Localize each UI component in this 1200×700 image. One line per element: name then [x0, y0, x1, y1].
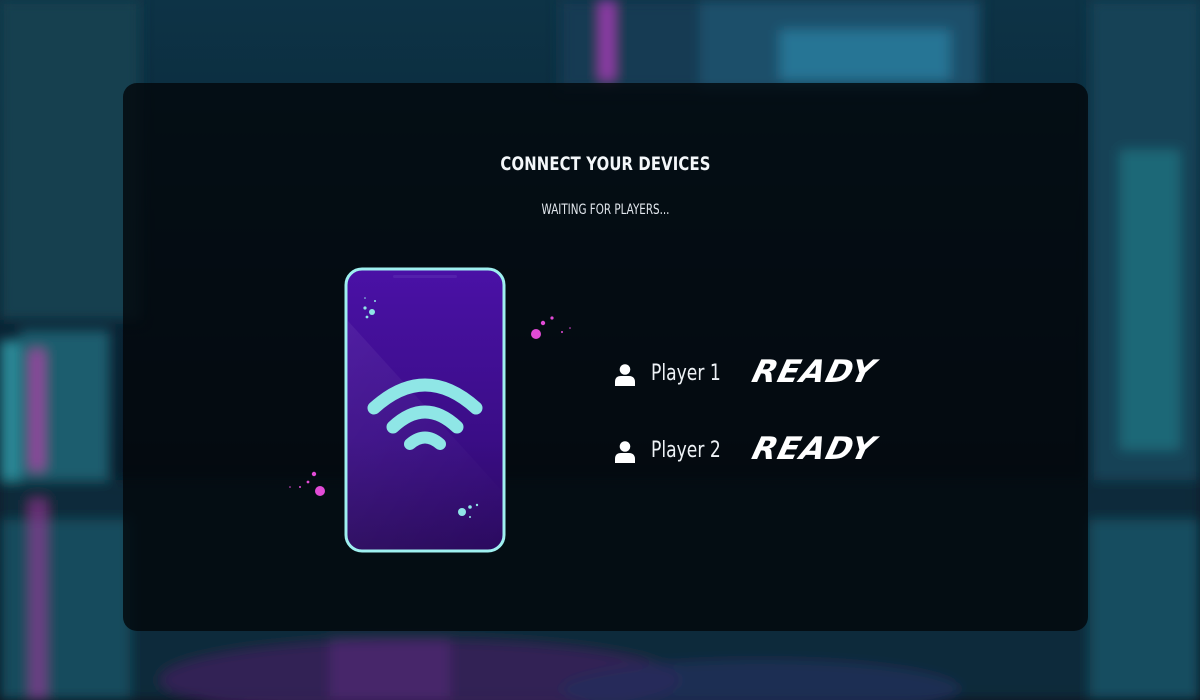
player-name: Player 2: [651, 438, 721, 463]
page-title: CONNECT YOUR DEVICES: [500, 153, 711, 175]
user-icon: [615, 441, 635, 463]
connect-panel: CONNECT YOUR DEVICES WAITING FOR PLAYERS…: [123, 83, 1088, 631]
game-screen: CONNECT YOUR DEVICES WAITING FOR PLAYERS…: [0, 0, 1200, 700]
ready-status: READY: [748, 354, 880, 390]
ready-status: READY: [748, 431, 880, 467]
phone-illustration: [289, 267, 571, 553]
player-name: Player 1: [651, 361, 721, 386]
player-row: Player 2 READY: [613, 430, 913, 470]
player-row: Player 1 READY: [613, 353, 913, 393]
status-text: WAITING FOR PLAYERS...: [541, 202, 670, 218]
user-icon: [615, 364, 635, 386]
